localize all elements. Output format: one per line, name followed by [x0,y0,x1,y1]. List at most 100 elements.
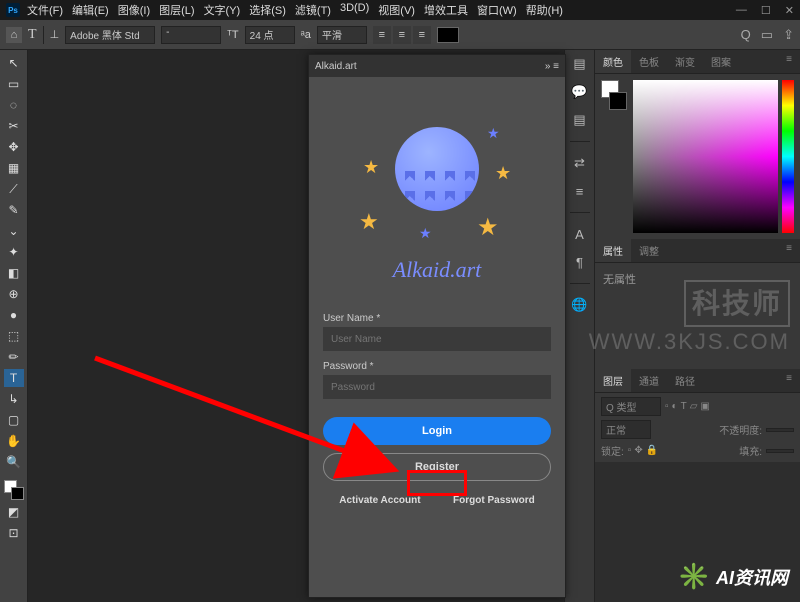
antialias-dropdown[interactable]: 平滑 [317,26,367,44]
hand-tool-icon[interactable]: ✋ [4,432,24,450]
fill-input[interactable] [766,449,794,453]
quickmask-icon[interactable]: ◩ [4,503,24,521]
layer-filter-dropdown[interactable]: Q 类型 [601,397,661,416]
search-icon[interactable]: Q [741,27,751,43]
tab-properties[interactable]: 属性 [595,239,631,262]
align-center-icon[interactable]: ≡ [393,26,411,44]
alkaid-plugin-panel: Alkaid.art » ≡ ★ ★ ★ ★ ★ ★ Alkaid.art Us… [308,54,566,598]
tab-channels[interactable]: 通道 [631,369,667,392]
plugin-panel-icon[interactable]: 🌐 [570,295,590,315]
lock-all-icon[interactable]: 🔒 [646,445,658,456]
dodge-tool-icon[interactable]: ⬚ [4,327,24,345]
history-panel-icon[interactable]: ▤ [570,54,590,74]
libraries-panel-icon[interactable]: ▤ [570,110,590,130]
styles-panel-icon[interactable]: ≡ [570,181,590,201]
menu-layer[interactable]: 图层(L) [155,0,198,20]
heal-tool-icon[interactable]: ⟋ [4,180,24,198]
layer-list[interactable] [595,462,800,602]
text-color-swatch[interactable] [437,27,459,43]
login-button[interactable]: Login [323,417,551,445]
share-icon[interactable]: ⇪ [783,27,794,43]
screenmode-icon[interactable]: ⊡ [4,524,24,542]
brush-tool-icon[interactable]: ✎ [4,201,24,219]
font-style-dropdown[interactable]: - [161,26,221,44]
lasso-tool-icon[interactable]: ◌ [4,96,24,114]
tab-gradients[interactable]: 渐变 [667,50,703,73]
filter-smart-icon[interactable]: ▣ [700,401,709,412]
background-swatch[interactable] [11,487,24,500]
filter-pixel-icon[interactable]: ▫ [665,401,669,412]
minimize-icon[interactable]: — [736,4,747,17]
panel-menu-icon[interactable]: ≡ [778,369,800,392]
type-tool-icon[interactable]: T [4,369,24,387]
panel-bg-swatch[interactable] [609,92,627,110]
comments-panel-icon[interactable]: 💬 [570,82,590,102]
zoom-tool-icon[interactable]: 🔍 [4,453,24,471]
tab-paths[interactable]: 路径 [667,369,703,392]
star-icon: ★ [495,163,511,184]
home-icon[interactable]: ⌂ [6,27,22,43]
character-panel-icon[interactable]: A [570,224,590,244]
activate-account-link[interactable]: Activate Account [339,495,420,506]
color-swatches[interactable] [4,480,24,500]
shape-tool-icon[interactable]: ▢ [4,411,24,429]
pen-tool-icon[interactable]: ✏ [4,348,24,366]
window-controls: — ☐ ✕ [736,4,794,17]
crop-tool-icon[interactable]: ✂ [4,117,24,135]
color-field[interactable] [633,80,778,233]
tab-adjustments[interactable]: 调整 [631,239,667,262]
password-input[interactable] [323,375,551,399]
menu-view[interactable]: 视图(V) [374,0,419,20]
paragraph-panel-icon[interactable]: ¶ [570,252,590,272]
eyedropper-tool-icon[interactable]: ▦ [4,159,24,177]
panel-menu-icon[interactable]: ≡ [778,50,800,73]
stamp-tool-icon[interactable]: ⌄ [4,222,24,240]
tab-patterns[interactable]: 图案 [703,50,739,73]
star-icon: ★ [487,125,500,142]
lock-pixels-icon[interactable]: ▫ [628,445,632,456]
filter-type-icon[interactable]: T [681,401,687,412]
font-size-dropdown[interactable]: 24 点 [245,26,295,44]
maximize-icon[interactable]: ☐ [761,4,771,17]
menu-select[interactable]: 选择(S) [245,0,290,20]
tab-layers[interactable]: 图层 [595,369,631,392]
panel-menu-icon[interactable]: ≡ [778,239,800,262]
plugin-collapse-icon[interactable]: » ≡ [545,61,559,72]
menu-filter[interactable]: 滤镜(T) [291,0,335,20]
menu-type[interactable]: 文字(Y) [200,0,245,20]
register-button[interactable]: Register [323,453,551,481]
gradient-tool-icon[interactable]: ⊕ [4,285,24,303]
menu-edit[interactable]: 编辑(E) [68,0,113,20]
eraser-tool-icon[interactable]: ◧ [4,264,24,282]
toggle-orientation-icon[interactable]: ⊥ [50,28,60,41]
forgot-password-link[interactable]: Forgot Password [453,495,535,506]
marquee-tool-icon[interactable]: ▭ [4,75,24,93]
opacity-input[interactable] [766,428,794,432]
blur-tool-icon[interactable]: ● [4,306,24,324]
menu-window[interactable]: 窗口(W) [473,0,521,20]
menu-plugins[interactable]: 增效工具 [420,0,472,20]
menu-file[interactable]: 文件(F) [23,0,67,20]
menu-image[interactable]: 图像(I) [114,0,154,20]
menu-3d[interactable]: 3D(D) [336,0,373,20]
frame-tool-icon[interactable]: ✥ [4,138,24,156]
font-family-dropdown[interactable]: Adobe 黑体 Std [65,26,155,44]
tab-swatches[interactable]: 色板 [631,50,667,73]
close-icon[interactable]: ✕ [785,4,794,17]
lock-position-icon[interactable]: ✥ [634,445,642,456]
tool-preset-icon[interactable]: T [28,27,37,43]
workspace-icon[interactable]: ▭ [761,27,773,43]
align-left-icon[interactable]: ≡ [373,26,391,44]
tab-color[interactable]: 颜色 [595,50,631,73]
align-right-icon[interactable]: ≡ [413,26,431,44]
move-tool-icon[interactable]: ↖ [4,54,24,72]
menu-help[interactable]: 帮助(H) [522,0,567,20]
adjust-panel-icon[interactable]: ⇄ [570,153,590,173]
hue-slider[interactable] [782,80,794,233]
username-input[interactable] [323,327,551,351]
filter-adjust-icon[interactable]: ◐ [672,401,678,412]
filter-shape-icon[interactable]: ▱ [690,401,698,412]
blend-mode-dropdown[interactable]: 正常 [601,420,651,439]
history-brush-tool-icon[interactable]: ✦ [4,243,24,261]
path-select-tool-icon[interactable]: ↳ [4,390,24,408]
